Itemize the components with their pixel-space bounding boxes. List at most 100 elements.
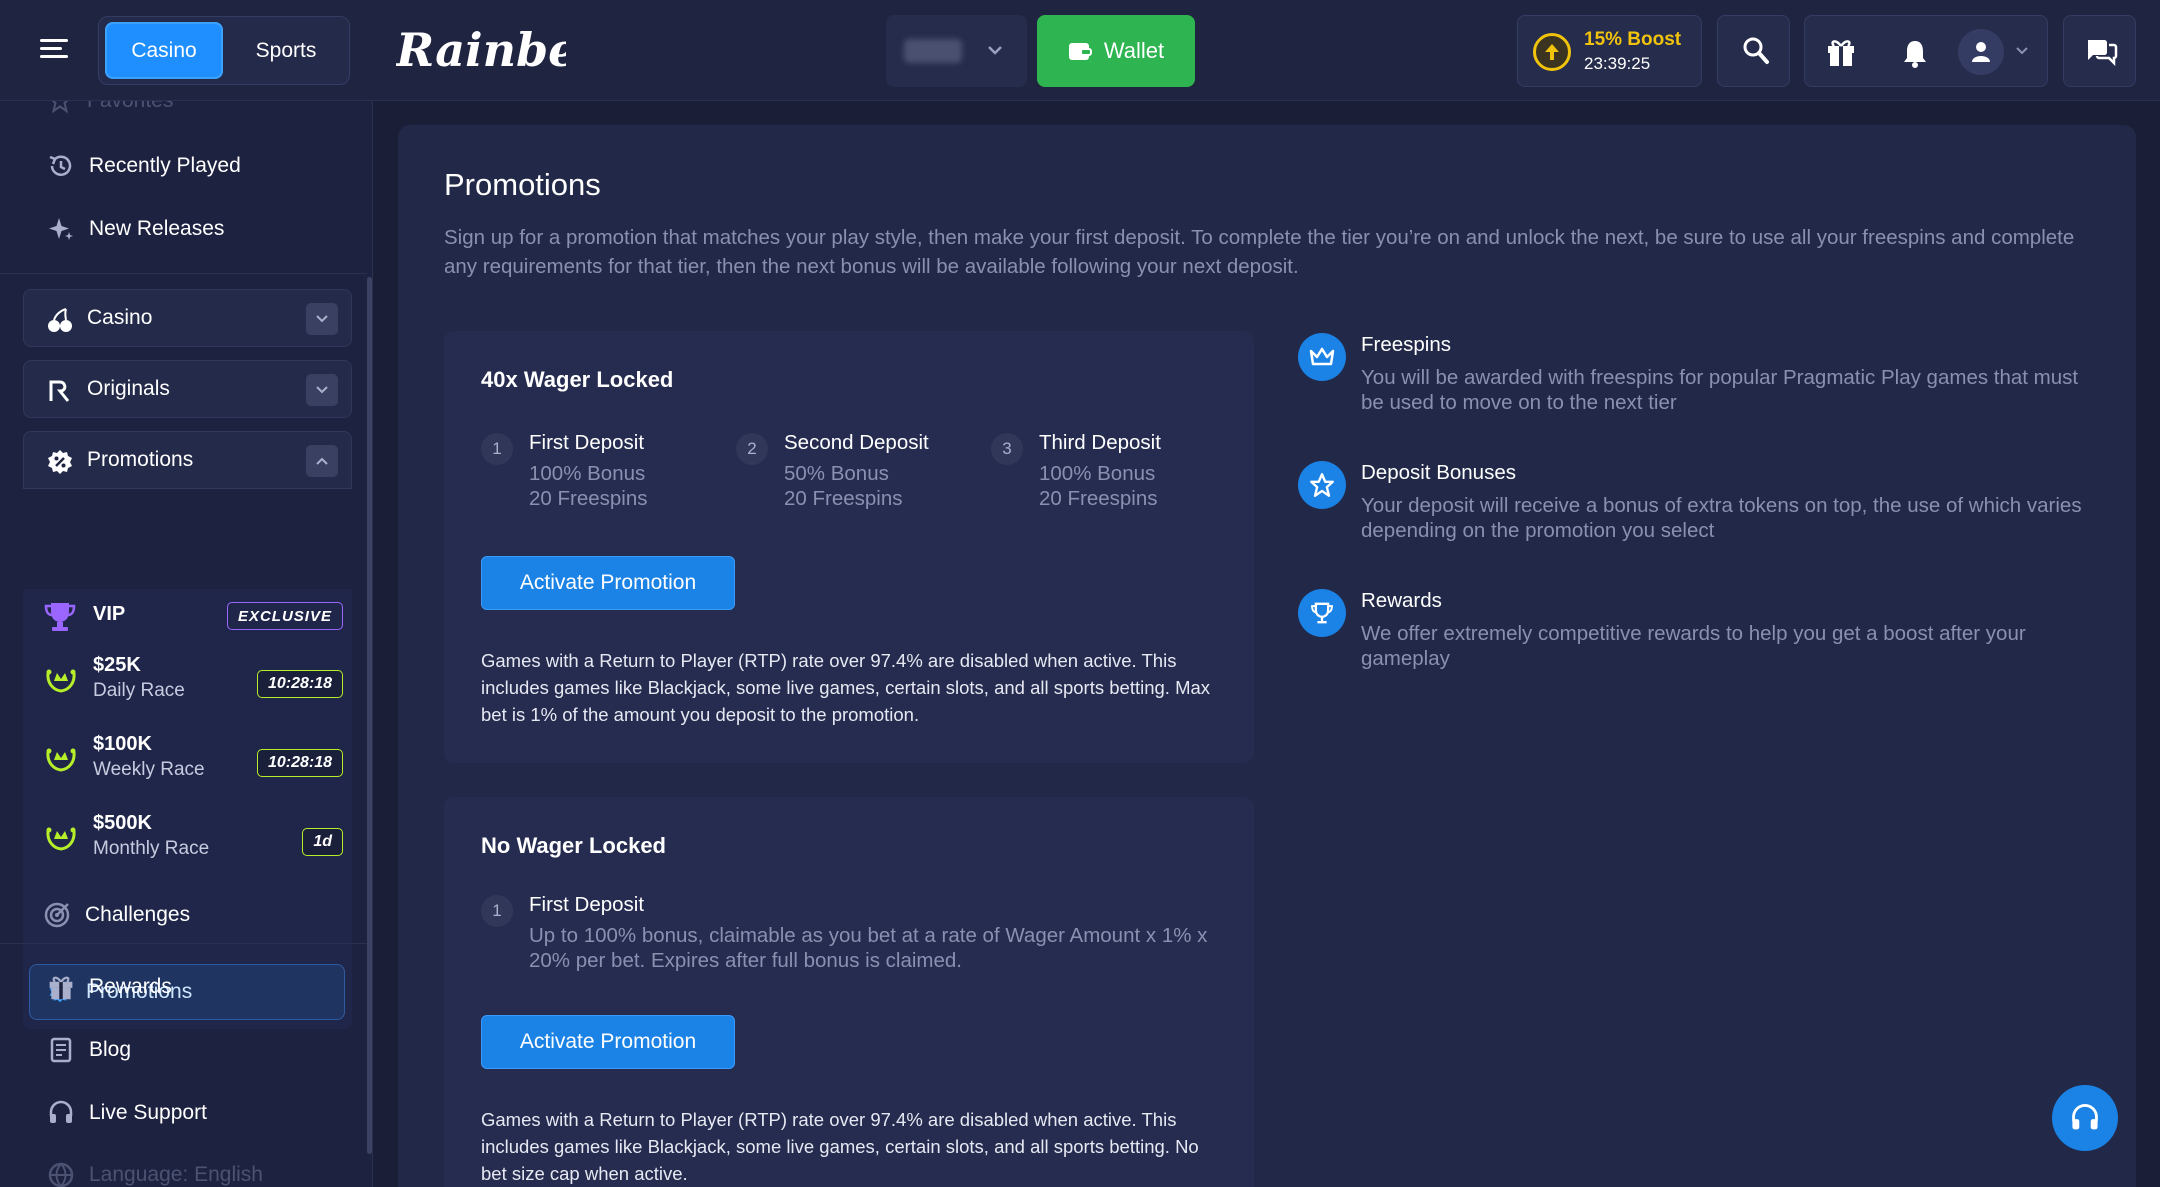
step-freespins: 20 Freespins bbox=[784, 487, 903, 510]
sidebar-item-label: New Releases bbox=[89, 217, 225, 240]
boost-widget[interactable]: 15% Boost 23:39:25 bbox=[1517, 15, 1702, 87]
step-title: Third Deposit bbox=[1039, 431, 1161, 454]
sidebar-item-live-support[interactable]: Live Support bbox=[47, 1093, 207, 1133]
avatar[interactable] bbox=[1958, 29, 2004, 75]
race-name: Weekly Race bbox=[93, 759, 205, 780]
chevron-down-icon[interactable] bbox=[306, 303, 338, 335]
live-support-button[interactable] bbox=[2052, 1085, 2118, 1151]
chevron-up-icon[interactable] bbox=[306, 445, 338, 477]
chat-icon bbox=[2084, 36, 2118, 66]
race-wreath-icon bbox=[43, 819, 79, 855]
activate-promotion-button[interactable]: Activate Promotion bbox=[481, 1015, 735, 1069]
sidebar-item-label: Recently Played bbox=[89, 154, 241, 177]
promotion-note: Games with a Return to Player (RTP) rate… bbox=[481, 1109, 1199, 1184]
sidebar-item-daily-race[interactable]: $25K Daily Race 10:28:18 bbox=[43, 649, 343, 719]
step-number: 1 bbox=[481, 895, 513, 927]
sidebar-section-label: Originals bbox=[87, 377, 170, 400]
currency-selector[interactable] bbox=[886, 15, 1027, 87]
cherries-icon bbox=[46, 306, 74, 334]
race-timer: 1d bbox=[302, 828, 343, 856]
tab-casino[interactable]: Casino bbox=[105, 22, 223, 79]
bell-icon[interactable] bbox=[1901, 38, 1929, 68]
boost-arrow-icon bbox=[1533, 33, 1571, 71]
star-icon bbox=[1298, 461, 1346, 509]
sidebar-item-weekly-race[interactable]: $100K Weekly Race 10:28:18 bbox=[43, 728, 343, 798]
promotion-note: Games with a Return to Player (RTP) rate… bbox=[481, 650, 1211, 725]
sidebar-item-label: Rewards bbox=[89, 975, 172, 998]
sidebar-item-favorites[interactable]: Favorites bbox=[47, 101, 173, 121]
tab-sports[interactable]: Sports bbox=[227, 22, 345, 79]
step-title: First Deposit bbox=[529, 431, 645, 454]
trophy-icon bbox=[1298, 589, 1346, 637]
sparkle-icon bbox=[47, 215, 75, 243]
step-title: First Deposit bbox=[529, 893, 645, 916]
race-name: Monthly Race bbox=[93, 838, 210, 859]
step-description: Up to 100% bonus, claimable as you bet a… bbox=[529, 924, 1208, 972]
sidebar-divider bbox=[0, 273, 367, 274]
sidebar-item-blog[interactable]: Blog bbox=[47, 1030, 131, 1070]
sidebar-item-challenges[interactable]: Challenges bbox=[43, 895, 190, 935]
wallet-icon bbox=[1068, 40, 1092, 62]
activate-promotion-button[interactable]: Activate Promotion bbox=[481, 556, 735, 610]
chevron-down-icon[interactable] bbox=[2015, 46, 2029, 56]
sidebar-section-label: Casino bbox=[87, 306, 153, 329]
rainbet-logo[interactable]: Rainbet bbox=[396, 18, 566, 82]
sidebar-scrollbar[interactable] bbox=[367, 277, 372, 1154]
sidebar-item-label: Favorites bbox=[87, 101, 173, 113]
promotions-icon bbox=[46, 448, 74, 476]
document-icon bbox=[47, 1036, 75, 1064]
sidebar-item-rewards[interactable]: Rewards bbox=[47, 967, 172, 1007]
chevron-down-icon[interactable] bbox=[306, 374, 338, 406]
wallet-button[interactable]: Wallet bbox=[1037, 15, 1195, 87]
page-title: Promotions bbox=[444, 167, 601, 202]
chat-button[interactable] bbox=[2063, 15, 2136, 87]
step-freespins: 20 Freespins bbox=[529, 487, 648, 510]
vip-label: VIP bbox=[93, 603, 126, 625]
race-name: Daily Race bbox=[93, 680, 185, 701]
promotion-card-no-wager: No Wager Locked 1 First Deposit Up to 10… bbox=[444, 797, 1254, 1187]
sidebar-item-label: Live Support bbox=[89, 1101, 207, 1124]
sidebar-item-label: Blog bbox=[89, 1038, 132, 1061]
header-actions bbox=[1804, 15, 2048, 87]
race-amount: $100K bbox=[93, 733, 152, 755]
exclusive-badge: EXCLUSIVE bbox=[226, 602, 343, 630]
sidebar-item-vip[interactable]: VIP EXCLUSIVE bbox=[43, 589, 343, 639]
svg-text:Rainbet: Rainbet bbox=[396, 23, 566, 77]
step-title: Second Deposit bbox=[784, 431, 929, 454]
promotion-card-title: No Wager Locked bbox=[481, 833, 666, 858]
race-timer: 10:28:18 bbox=[256, 670, 343, 698]
sidebar-section-casino[interactable]: Casino bbox=[23, 289, 352, 347]
sidebar-divider bbox=[0, 943, 367, 944]
sidebar-item-label: Challenges bbox=[85, 903, 191, 926]
step-number: 3 bbox=[991, 433, 1023, 465]
feature-title: Freespins bbox=[1361, 333, 1452, 356]
sidebar-section-label: Promotions bbox=[87, 448, 194, 471]
sidebar-item-label: Language: English bbox=[89, 1163, 263, 1186]
search-button[interactable] bbox=[1717, 15, 1790, 87]
target-icon bbox=[43, 901, 71, 929]
originals-icon bbox=[46, 377, 74, 405]
history-icon bbox=[47, 152, 75, 180]
promotions-panel: Promotions Sign up for a promotion that … bbox=[398, 125, 2136, 1187]
race-amount: $25K bbox=[93, 654, 141, 676]
race-amount: $500K bbox=[93, 812, 152, 834]
gift-icon bbox=[47, 973, 75, 1001]
sidebar-section-promotions[interactable]: Promotions bbox=[23, 431, 352, 489]
star-icon bbox=[47, 101, 73, 114]
step-bonus: 100% Bonus bbox=[529, 462, 646, 485]
gift-icon[interactable] bbox=[1825, 36, 1857, 68]
sidebar-item-recently-played[interactable]: Recently Played bbox=[47, 146, 241, 186]
race-timer: 10:28:18 bbox=[256, 749, 343, 777]
sidebar-section-originals[interactable]: Originals bbox=[23, 360, 352, 418]
step-number: 1 bbox=[481, 433, 513, 465]
search-icon bbox=[1742, 36, 1770, 66]
menu-icon[interactable] bbox=[38, 34, 74, 64]
feature-title: Rewards bbox=[1361, 589, 1442, 612]
step-number: 2 bbox=[736, 433, 768, 465]
sidebar-item-language[interactable]: Language: English bbox=[47, 1155, 263, 1187]
race-wreath-icon bbox=[43, 740, 79, 776]
sidebar-item-new-releases[interactable]: New Releases bbox=[47, 209, 224, 249]
step-bonus: 100% Bonus bbox=[1039, 462, 1156, 485]
globe-icon bbox=[47, 1161, 75, 1187]
sidebar-item-monthly-race[interactable]: $500K Monthly Race 1d bbox=[43, 807, 343, 877]
